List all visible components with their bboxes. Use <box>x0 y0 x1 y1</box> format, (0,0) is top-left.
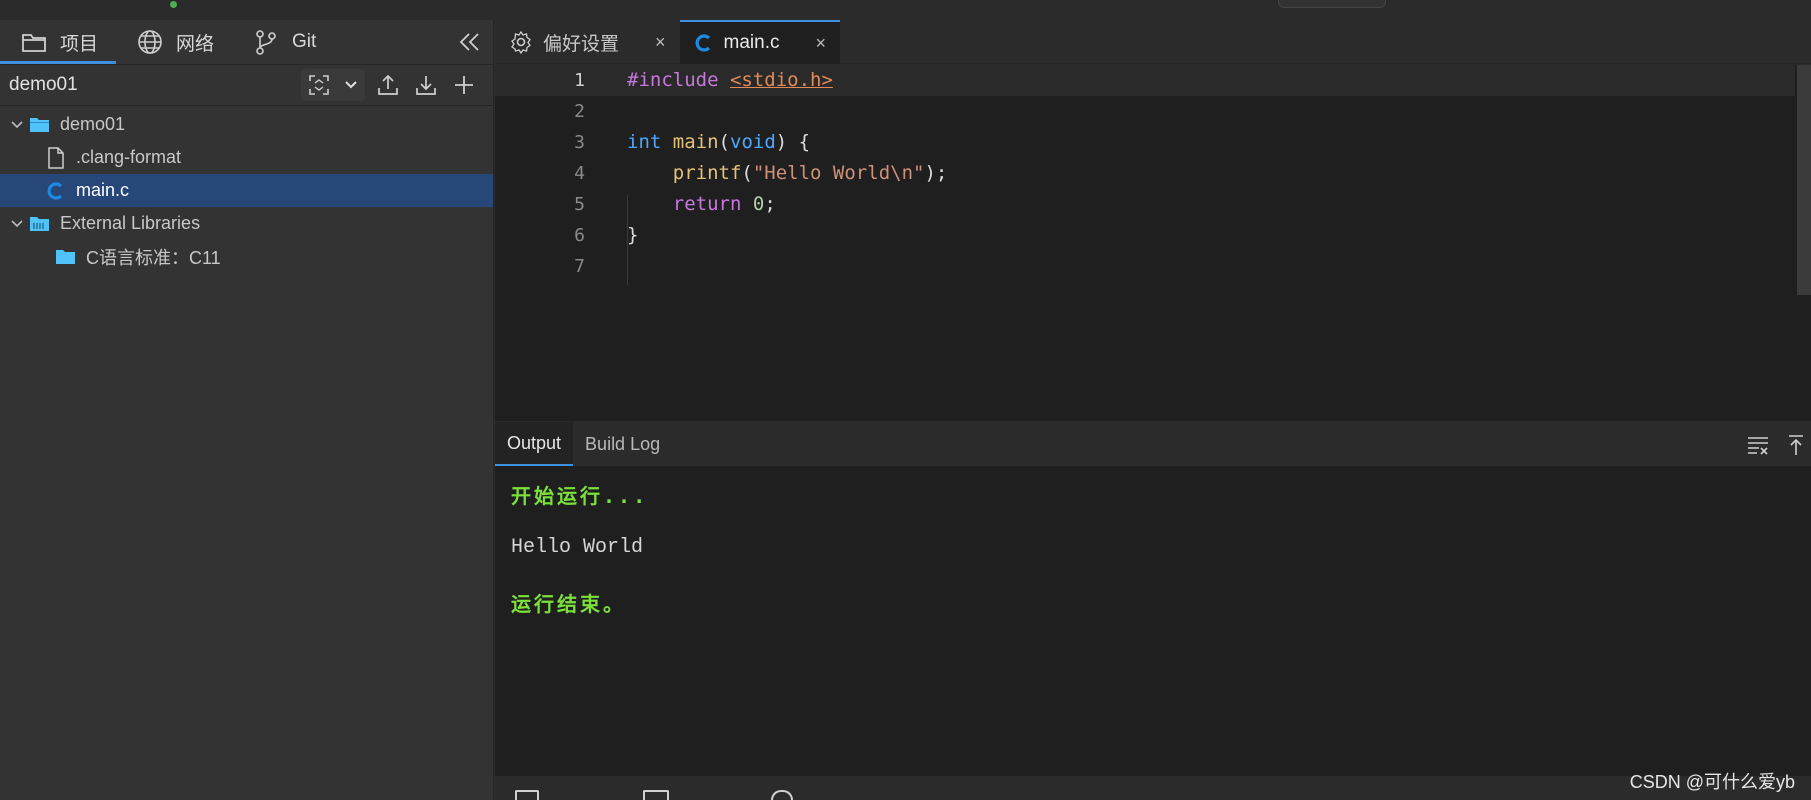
sidebar-tabs: 项目 网络 Git <box>0 20 493 64</box>
collapse-sidebar-button[interactable] <box>457 30 483 54</box>
locate-file-button[interactable] <box>301 69 365 101</box>
project-header: demo01 <box>0 64 493 106</box>
watermark: CSDN @可什么爱yb <box>1629 772 1795 792</box>
tab-main-c[interactable]: main.c × <box>679 20 841 64</box>
chevron-down-icon <box>11 120 23 128</box>
code-line: printf("Hello World\n"); <box>672 162 948 184</box>
title-bar <box>0 0 1811 20</box>
tab-preferences[interactable]: 偏好设置 × <box>495 20 680 64</box>
line-number: 5 <box>574 194 585 215</box>
download-button[interactable] <box>411 70 441 100</box>
tab-label: 偏好设置 <box>543 33 620 55</box>
arrow-to-top-icon <box>1789 435 1803 455</box>
line-number: 6 <box>574 225 585 246</box>
folder-open-icon <box>30 117 49 132</box>
tab-network-label: 网络 <box>176 33 215 55</box>
tree-item-label: .clang-format <box>76 147 182 167</box>
output-icon[interactable] <box>643 790 669 800</box>
close-tab-button[interactable]: × <box>655 32 666 53</box>
folder-icon <box>56 249 75 264</box>
code-line: } <box>627 224 639 246</box>
output-console[interactable]: 开始运行... Hello World 运行结束。 <box>495 466 1811 776</box>
sidebar: 项目 网络 Git demo01 demo01 .clang-format ma… <box>0 20 494 800</box>
problems-icon[interactable] <box>515 790 539 800</box>
gear-icon <box>511 30 531 54</box>
tree-item-main-c[interactable]: main.c <box>0 174 493 207</box>
close-tab-button[interactable]: × <box>816 33 827 54</box>
tab-network[interactable]: 网络 <box>116 20 232 64</box>
maximize-panel-button[interactable] <box>1781 432 1811 458</box>
tree-item-demo01[interactable]: demo01 <box>0 108 493 141</box>
tree-item-c11-standard[interactable]: C语言标准：C11 <box>0 240 493 273</box>
chevron-down-icon <box>344 81 357 89</box>
focus-icon <box>308 75 329 95</box>
line-number: 3 <box>574 132 585 153</box>
tree-item-label: demo01 <box>60 114 126 134</box>
upload-icon <box>378 74 398 95</box>
download-icon <box>416 76 436 95</box>
line-number: 4 <box>574 163 585 184</box>
line-number: 2 <box>574 101 585 122</box>
add-button[interactable] <box>449 70 479 100</box>
code-editor[interactable]: 1 2 3 4 5 6 7 #include <stdio.h> int mai… <box>495 65 1811 421</box>
plus-icon <box>455 76 473 94</box>
globe-icon <box>138 30 162 54</box>
code-line: int main(void) { <box>627 131 811 153</box>
tab-project[interactable]: 项目 <box>0 20 117 64</box>
editor-scrollbar[interactable] <box>1797 65 1811 295</box>
tree-item-external-libraries[interactable]: External Libraries <box>0 207 493 240</box>
folder-icon <box>22 34 46 52</box>
library-folder-icon <box>30 216 49 231</box>
double-chevron-left-icon <box>459 33 479 51</box>
output-line: 运行结束。 <box>511 592 626 616</box>
tab-label: main.c <box>723 32 780 53</box>
tab-git[interactable]: Git <box>232 20 334 64</box>
line-number: 7 <box>574 256 585 277</box>
c-file-icon <box>695 34 710 52</box>
upload-button[interactable] <box>373 70 403 100</box>
line-number: 1 <box>574 70 585 91</box>
file-icon <box>48 146 64 169</box>
editor-tabs: 偏好设置 × main.c × <box>495 20 1811 64</box>
tab-git-label: Git <box>292 31 317 52</box>
code-line: return 0; <box>672 193 776 215</box>
c-file-icon <box>47 181 63 200</box>
tree-item-label: main.c <box>76 180 130 200</box>
clear-output-button[interactable] <box>1743 432 1773 458</box>
debug-icon[interactable] <box>771 790 793 800</box>
tree-item-label: External Libraries <box>60 213 201 233</box>
output-panel-tabs: Output Build Log <box>495 422 1811 466</box>
project-toolbar <box>301 69 479 101</box>
tab-output[interactable]: Output <box>495 422 574 466</box>
code-line: #include <stdio.h> <box>627 69 833 91</box>
tree-item-clang-format[interactable]: .clang-format <box>0 141 493 174</box>
project-name: demo01 <box>9 74 78 95</box>
git-branch-icon <box>256 30 276 55</box>
output-line: 开始运行... <box>511 484 649 508</box>
top-search-pill[interactable] <box>1278 0 1386 8</box>
output-toolbar <box>1735 432 1811 458</box>
status-dot <box>170 1 177 8</box>
tab-project-label: 项目 <box>60 33 99 55</box>
output-line: Hello World <box>511 536 644 559</box>
file-tree: demo01 .clang-format main.c External Lib… <box>0 106 493 273</box>
tree-item-label: C语言标准：C11 <box>86 247 221 268</box>
tab-build-log[interactable]: Build Log <box>573 422 672 466</box>
line-gutter: 1 2 3 4 5 6 7 <box>495 65 595 282</box>
bottom-tool-bar <box>495 776 1811 800</box>
code-lines: #include <stdio.h> int main(void) { prin… <box>627 65 947 282</box>
clear-list-icon <box>1748 437 1768 455</box>
chevron-down-icon <box>11 219 23 227</box>
